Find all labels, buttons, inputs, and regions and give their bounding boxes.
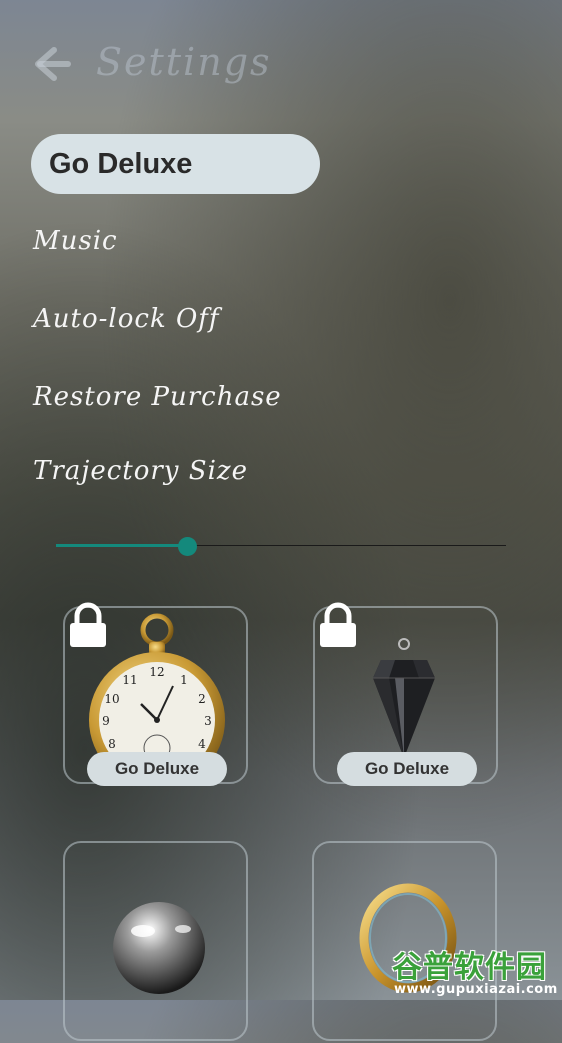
- watermark-url: www.gupuxiazai.com: [394, 982, 558, 997]
- svg-text:9: 9: [102, 714, 110, 728]
- slider-fill: [56, 544, 187, 547]
- svg-text:3: 3: [204, 714, 212, 728]
- svg-text:8: 8: [108, 737, 116, 751]
- trajectory-size-label: Trajectory Size: [33, 456, 248, 486]
- svg-text:12: 12: [149, 665, 164, 679]
- trajectory-size-slider[interactable]: [56, 536, 506, 556]
- page-title: Settings: [96, 40, 272, 84]
- slider-thumb[interactable]: [177, 537, 197, 556]
- watermark-text: 谷普软件园: [392, 950, 547, 985]
- svg-text:2: 2: [198, 692, 206, 706]
- back-button[interactable]: [32, 44, 72, 84]
- svg-text:10: 10: [104, 692, 119, 706]
- arrow-left-icon: [35, 47, 71, 81]
- auto-lock-toggle[interactable]: Auto-lock Off: [33, 304, 220, 334]
- go-deluxe-button[interactable]: Go Deluxe: [31, 134, 320, 194]
- music-toggle[interactable]: Music: [33, 226, 118, 256]
- lock-icon: [320, 602, 356, 647]
- svg-text:4: 4: [198, 737, 206, 751]
- restore-purchase-button[interactable]: Restore Purchase: [33, 382, 282, 412]
- svg-text:1: 1: [180, 673, 188, 687]
- svg-text:11: 11: [122, 673, 137, 687]
- lock-icon: [70, 602, 106, 647]
- card-glass-sphere[interactable]: [63, 841, 248, 1041]
- go-deluxe-badge[interactable]: Go Deluxe: [87, 752, 227, 786]
- watermark: 谷普软件园 www.gupuxiazai.com: [388, 940, 562, 1000]
- card-pocket-watch[interactable]: 1212 345 789 1011 Go Deluxe: [63, 602, 248, 786]
- go-deluxe-badge[interactable]: Go Deluxe: [337, 752, 477, 786]
- glass-sphere-image: [113, 902, 205, 994]
- card-crystal-pendulum[interactable]: Go Deluxe: [313, 602, 498, 786]
